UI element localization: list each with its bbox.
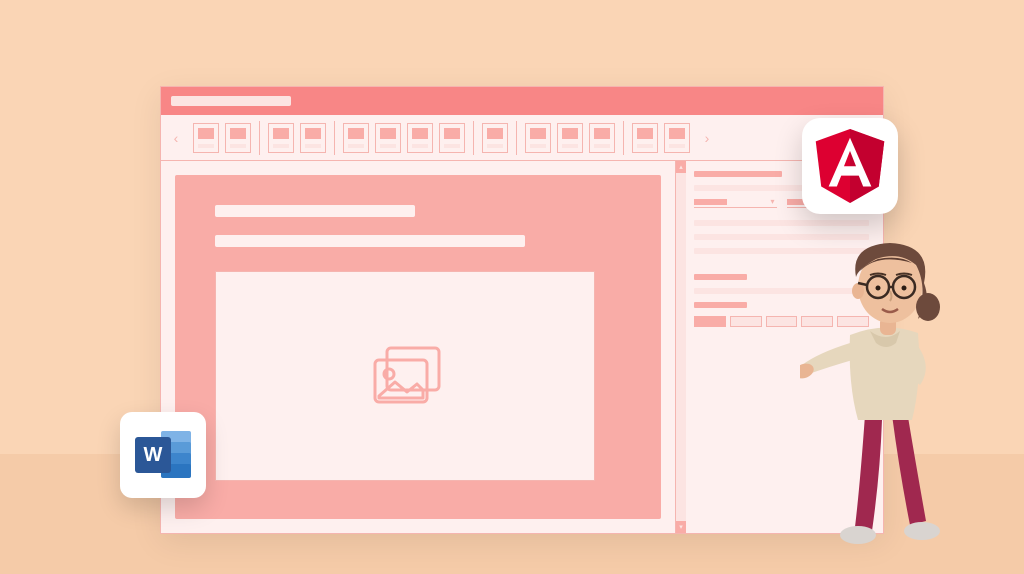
scroll-down-icon[interactable]: ▾ xyxy=(676,521,686,533)
word-app-badge: W xyxy=(120,412,206,498)
ribbon-button[interactable] xyxy=(482,123,508,153)
ribbon-separator xyxy=(623,121,624,155)
word-letter: W xyxy=(135,437,171,473)
ribbon-button[interactable] xyxy=(557,123,583,153)
ribbon-toolbar: ‹ › xyxy=(161,115,883,161)
option-box[interactable] xyxy=(694,316,726,327)
chevron-left-icon[interactable]: ‹ xyxy=(167,115,185,161)
ribbon-button[interactable] xyxy=(268,123,294,153)
ribbon-button[interactable] xyxy=(375,123,401,153)
ribbon-button[interactable] xyxy=(407,123,433,153)
image-placeholder[interactable] xyxy=(215,271,595,481)
ribbon-separator xyxy=(334,121,335,155)
panel-heading-placeholder xyxy=(694,171,782,177)
angular-badge xyxy=(802,118,898,214)
angular-icon xyxy=(815,129,885,203)
document-page xyxy=(175,175,661,519)
ribbon-separator xyxy=(516,121,517,155)
ribbon-group-3 xyxy=(339,115,469,160)
ribbon-button[interactable] xyxy=(225,123,251,153)
content-area: ▴ ▾ xyxy=(161,161,883,533)
dropdown-field[interactable] xyxy=(694,199,777,208)
ribbon-separator xyxy=(473,121,474,155)
panel-label-placeholder xyxy=(694,302,747,308)
chevron-right-icon[interactable]: › xyxy=(698,115,716,161)
scrollbar[interactable]: ▴ ▾ xyxy=(676,161,686,533)
ribbon-group-4 xyxy=(478,115,512,160)
panel-label-placeholder xyxy=(694,274,747,280)
ribbon-button[interactable] xyxy=(439,123,465,153)
ribbon-button[interactable] xyxy=(300,123,326,153)
ribbon-separator xyxy=(259,121,260,155)
presenter-character xyxy=(800,225,970,555)
ribbon-button[interactable] xyxy=(664,123,690,153)
title-placeholder xyxy=(171,96,291,106)
scroll-up-icon[interactable]: ▴ xyxy=(676,161,686,173)
ribbon-button[interactable] xyxy=(525,123,551,153)
image-icon xyxy=(365,342,445,410)
ribbon-button[interactable] xyxy=(589,123,615,153)
title-bar xyxy=(161,87,883,115)
ribbon-button[interactable] xyxy=(632,123,658,153)
text-line-placeholder xyxy=(215,205,415,217)
ribbon-button[interactable] xyxy=(343,123,369,153)
option-box[interactable] xyxy=(766,316,798,327)
ribbon-button[interactable] xyxy=(193,123,219,153)
app-window: ‹ › xyxy=(160,86,884,534)
ribbon-group-5 xyxy=(521,115,619,160)
ribbon-group-6 xyxy=(628,115,694,160)
word-icon: W xyxy=(135,429,191,481)
ribbon-group-2 xyxy=(264,115,330,160)
text-line-placeholder xyxy=(215,235,525,247)
option-box[interactable] xyxy=(730,316,762,327)
ribbon-group-1 xyxy=(189,115,255,160)
document-canvas xyxy=(161,161,675,533)
